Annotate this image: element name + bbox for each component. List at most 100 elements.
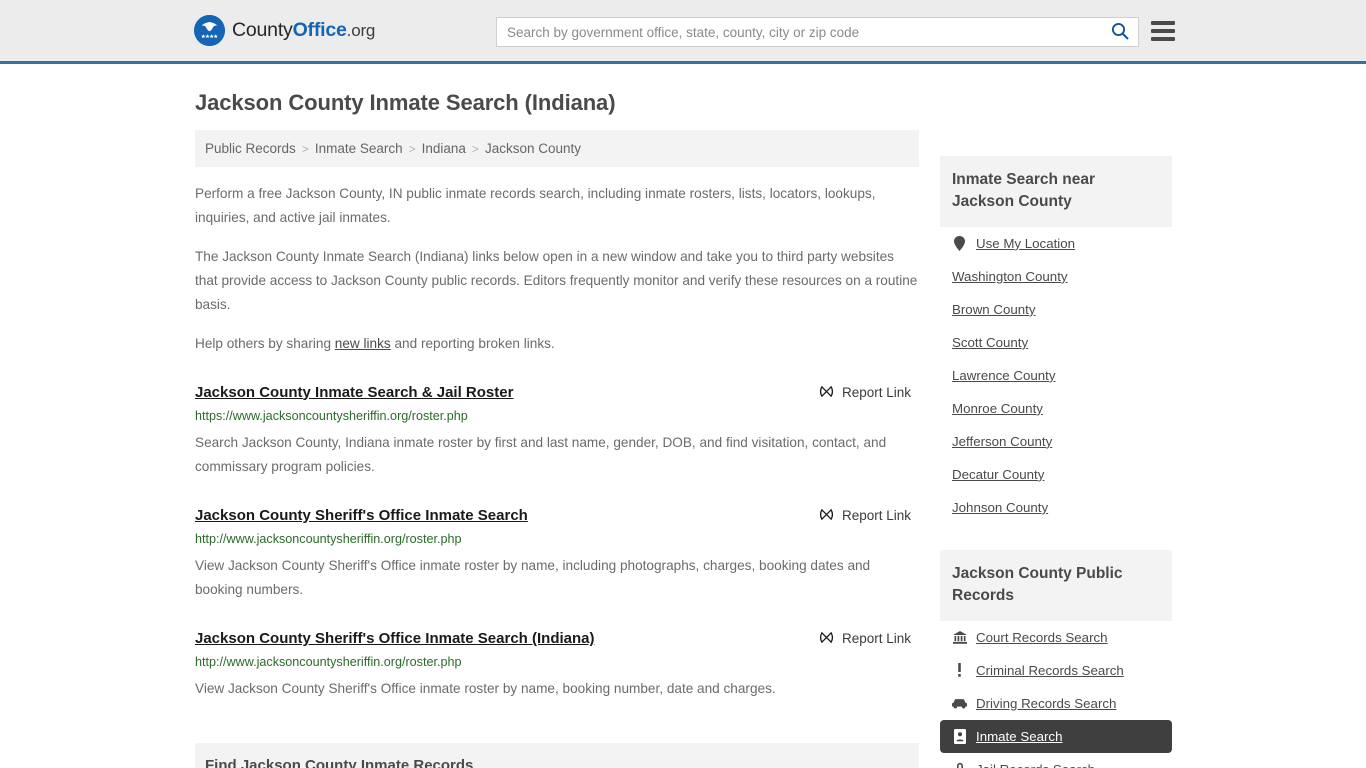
result-title-link[interactable]: Jackson County Sheriff's Office Inmate S…	[195, 506, 528, 526]
breadcrumb-separator: >	[471, 141, 479, 156]
result-description: View Jackson County Sheriff's Office inm…	[195, 557, 871, 597]
help-share-paragraph: Help others by sharing new links and rep…	[195, 332, 919, 356]
site-header: CountyOffice.org	[0, 0, 1366, 64]
sidebar-item-jefferson-county[interactable]: Jefferson County	[940, 425, 1172, 458]
search-input[interactable]	[497, 18, 1102, 46]
breadcrumb-separator: >	[301, 141, 309, 156]
hamburger-bar	[1151, 37, 1175, 41]
sidebar: Inmate Search near Jackson County Use My…	[940, 130, 1172, 768]
page-container: Jackson County Inmate Search (Indiana) P…	[0, 90, 1366, 768]
sidebar-link-label[interactable]: Criminal Records Search	[976, 663, 1124, 678]
report-link-label: Report Link	[841, 631, 911, 647]
sidebar-item-brown-county[interactable]: Brown County	[940, 293, 1172, 326]
intro-paragraph-1: Perform a free Jackson County, IN public…	[195, 186, 876, 225]
page-title: Jackson County Inmate Search (Indiana)	[195, 90, 616, 115]
search-bar[interactable]	[496, 17, 1139, 47]
intro-paragraph-2: The Jackson County Inmate Search (Indian…	[195, 248, 918, 312]
result-header: Jackson County Inmate Search & Jail Rost…	[195, 383, 919, 403]
map-pin-icon	[952, 235, 967, 251]
sidebar-link-label[interactable]: Use My Location	[976, 236, 1075, 251]
exclamation-icon	[952, 663, 967, 678]
result-item: Jackson County Sheriff's Office Inmate S…	[195, 629, 919, 701]
sidebar-item-court-records-search[interactable]: Court Records Search	[940, 621, 1172, 654]
car-icon	[952, 698, 967, 709]
sidebar-item-use-my-location[interactable]: Use My Location	[940, 227, 1172, 260]
sidebar-item-monroe-county[interactable]: Monroe County	[940, 392, 1172, 425]
sidebar-link-label[interactable]: Scott County	[952, 335, 1028, 350]
sidebar-link-label[interactable]: Driving Records Search	[976, 696, 1116, 711]
sidebar-link-label[interactable]: Johnson County	[952, 500, 1048, 515]
intro-text: Perform a free Jackson County, IN public…	[195, 182, 919, 356]
site-logo-text: CountyOffice.org	[232, 19, 375, 42]
sidebar-item-lawrence-county[interactable]: Lawrence County	[940, 359, 1172, 392]
nearby-panel-heading: Inmate Search near Jackson County	[940, 156, 1172, 227]
sidebar-link-label[interactable]: Court Records Search	[976, 630, 1108, 645]
breadcrumb-separator: >	[408, 141, 416, 156]
sidebar-item-inmate-search[interactable]: Inmate Search	[940, 719, 1172, 753]
logo-org: .org	[346, 21, 376, 40]
breadcrumb-item-inmate-search[interactable]: Inmate Search	[315, 141, 403, 156]
sidebar-item-driving-records-search[interactable]: Driving Records Search	[940, 687, 1172, 720]
sidebar-item-criminal-records-search[interactable]: Criminal Records Search	[940, 654, 1172, 687]
result-url: http://www.jacksoncountysheriffin.org/ro…	[195, 532, 462, 547]
broken-link-icon	[819, 630, 834, 648]
result-header: Jackson County Sheriff's Office Inmate S…	[195, 629, 919, 649]
public-records-panel-heading: Jackson County Public Records	[940, 549, 1172, 621]
result-title-link[interactable]: Jackson County Sheriff's Office Inmate S…	[195, 629, 595, 649]
courthouse-icon	[952, 630, 967, 644]
eagle-seal-icon	[194, 15, 225, 46]
sidebar-link-label[interactable]: Lawrence County	[952, 368, 1055, 383]
public-records-panel: Jackson County Public Records Court Reco…	[940, 549, 1172, 768]
help-prefix: Help others by sharing	[195, 335, 335, 351]
result-description: View Jackson County Sheriff's Office inm…	[195, 681, 776, 697]
sidebar-item-johnson-county[interactable]: Johnson County	[940, 491, 1172, 524]
hamburger-bar	[1151, 29, 1175, 33]
help-suffix: and reporting broken links.	[390, 335, 555, 351]
sidebar-item-scott-county[interactable]: Scott County	[940, 326, 1172, 359]
nearby-inmate-search-panel: Inmate Search near Jackson County Use My…	[940, 156, 1172, 524]
logo-county: County	[232, 19, 293, 41]
report-link-button[interactable]: Report Link	[819, 384, 919, 402]
breadcrumb-item-jackson-county[interactable]: Jackson County	[485, 141, 581, 156]
main-column: Public Records > Inmate Search > Indiana…	[195, 130, 919, 768]
breadcrumb-item-public-records[interactable]: Public Records	[205, 141, 296, 156]
hamburger-menu-icon[interactable]	[1151, 19, 1175, 43]
breadcrumb: Public Records > Inmate Search > Indiana…	[195, 130, 919, 167]
content-row: Public Records > Inmate Search > Indiana…	[195, 130, 1172, 768]
result-item: Jackson County Sheriff's Office Inmate S…	[195, 506, 919, 602]
nearby-county-list: Use My Location Washington County Brown …	[940, 227, 1172, 524]
report-link-button[interactable]: Report Link	[819, 507, 919, 525]
sidebar-item-jail-records-search[interactable]: Jail Records Search	[940, 753, 1172, 768]
broken-link-icon	[819, 507, 834, 525]
result-title-link[interactable]: Jackson County Inmate Search & Jail Rost…	[195, 383, 513, 403]
sidebar-link-label[interactable]: Decatur County	[952, 467, 1044, 482]
search-button[interactable]	[1102, 18, 1138, 46]
report-link-label: Report Link	[841, 385, 911, 401]
sidebar-item-decatur-county[interactable]: Decatur County	[940, 458, 1172, 491]
search-icon	[1111, 22, 1129, 43]
lock-icon	[952, 762, 967, 768]
sidebar-link-label[interactable]: Monroe County	[952, 401, 1043, 416]
sidebar-link-label[interactable]: Jefferson County	[952, 434, 1052, 449]
find-records-heading: Find Jackson County Inmate Records	[195, 743, 919, 768]
result-description: Search Jackson County, Indiana inmate ro…	[195, 434, 887, 474]
new-links-link[interactable]: new links	[335, 336, 391, 351]
sidebar-link-label[interactable]: Brown County	[952, 302, 1036, 317]
sidebar-link-label[interactable]: Inmate Search	[976, 729, 1062, 744]
report-link-button[interactable]: Report Link	[819, 630, 919, 648]
sidebar-link-label[interactable]: Washington County	[952, 269, 1068, 284]
sidebar-link-label[interactable]: Jail Records Search	[976, 762, 1095, 768]
report-link-label: Report Link	[841, 508, 911, 524]
public-records-list: Court Records Search Criminal Records Se…	[940, 621, 1172, 768]
site-logo[interactable]: CountyOffice.org	[194, 15, 375, 46]
broken-link-icon	[819, 384, 834, 402]
logo-office: Office	[292, 19, 347, 41]
breadcrumb-item-indiana[interactable]: Indiana	[422, 141, 466, 156]
id-badge-icon	[952, 728, 967, 744]
result-header: Jackson County Sheriff's Office Inmate S…	[195, 506, 919, 526]
result-url: https://www.jacksoncountysheriffin.org/r…	[195, 409, 468, 424]
result-url: http://www.jacksoncountysheriffin.org/ro…	[195, 655, 462, 670]
sidebar-item-washington-county[interactable]: Washington County	[940, 260, 1172, 293]
hamburger-bar	[1151, 21, 1175, 25]
result-item: Jackson County Inmate Search & Jail Rost…	[195, 383, 919, 479]
